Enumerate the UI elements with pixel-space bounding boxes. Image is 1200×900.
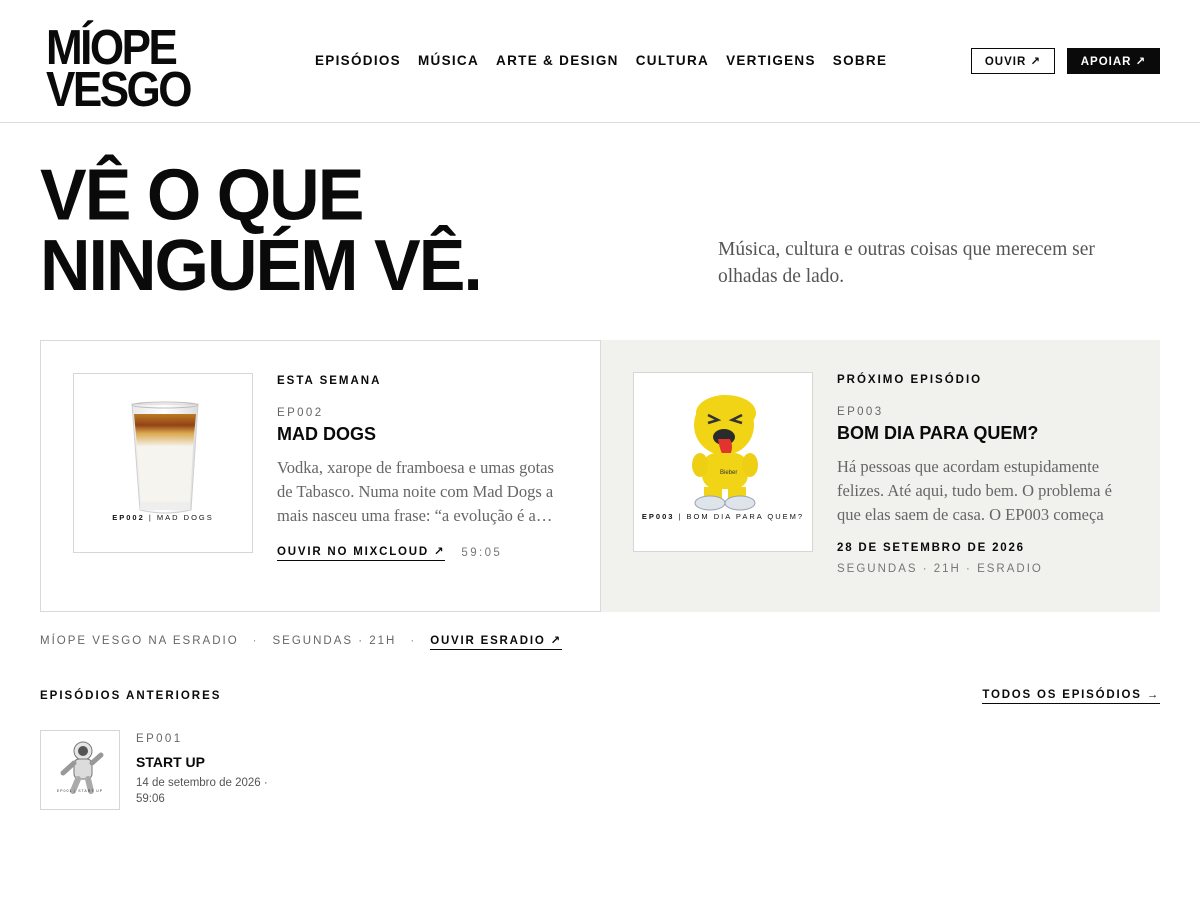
radio-slot-label: SEGUNDAS · 21H (272, 635, 397, 647)
episode-description: Há pessoas que acordam estupidamente fel… (837, 457, 1112, 524)
episode-actions: OUVIR NO MIXCLOUD ↗ 59:05 (277, 544, 577, 561)
support-button[interactable]: APOIAR ↗ (1067, 48, 1160, 74)
nav-item-vertigens[interactable]: VERTIGENS (726, 52, 816, 70)
previous-episodes-title: EPISÓDIOS ANTERIORES (40, 690, 222, 702)
separator-dot: · (252, 635, 259, 647)
card-eyebrow: PRÓXIMO EPISÓDIO (837, 374, 983, 386)
hero-headline-line-1: VÊ O QUE (40, 154, 364, 236)
radio-station-label: MÍOPE VESGO NA ESRADIO (40, 635, 239, 647)
mixcloud-link[interactable]: OUVIR NO MIXCLOUD ↗ (277, 544, 446, 561)
episode-duration: 59:05 (461, 546, 503, 559)
episode-cover-mad-dogs[interactable]: EP002 | MAD DOGS (73, 373, 253, 553)
logo-line-2: VESGO (46, 62, 193, 118)
nav-item-arte-design[interactable]: ARTE & DESIGN (496, 52, 619, 70)
hero-headline: VÊ O QUE NINGUÉM VÊ. (40, 154, 660, 306)
episode-number: EP001 (136, 733, 183, 745)
separator-dot: · (410, 635, 417, 647)
list-item[interactable]: EP001 | START UP EP001 START UP 14 de se… (40, 730, 340, 810)
nav-item-cultura[interactable]: CULTURA (636, 52, 709, 70)
episode-number: EP002 (277, 407, 324, 419)
episode-description: Vodka, xarope de framboesa e umas gotas … (277, 458, 554, 525)
thumbnail-caption: EP001 | START UP (56, 789, 104, 793)
episode-thumbnail[interactable]: EP001 | START UP (40, 730, 120, 810)
episode-title[interactable]: MAD DOGS (277, 423, 577, 445)
current-episode-card: EP002 | MAD DOGS ESTA SEMANA EP002 MAD D… (40, 340, 601, 612)
episode-title[interactable]: BOM DIA PARA QUEM? (837, 422, 1137, 444)
site-logo[interactable]: MÍOPE VESGO (46, 18, 196, 114)
hero-tagline: Música, cultura e outras coisas que mere… (718, 239, 1095, 287)
site-header: MÍOPE VESGO EPISÓDIOS MÚSICA ARTE & DESI… (0, 0, 1200, 123)
episode-number: EP003 (837, 406, 884, 418)
next-episode-card: Bieber EP003 | BOM DIA PARA QUEM? PRÓXIM… (601, 340, 1160, 612)
episode-cover-bom-dia[interactable]: Bieber EP003 | BOM DIA PARA QUEM? (633, 372, 813, 552)
svg-text:Bieber: Bieber (720, 470, 737, 476)
card-eyebrow: ESTA SEMANA (277, 375, 382, 387)
listen-button[interactable]: OUVIR ↗ (971, 48, 1055, 74)
nav-item-musica[interactable]: MÚSICA (418, 52, 479, 70)
hero-headline-line-2: NINGUÉM VÊ. (40, 224, 483, 306)
current-episode-info: ESTA SEMANA EP002 MAD DOGS Vodka, xarope… (277, 373, 577, 561)
episode-date: 28 DE SETEMBRO DE 2026 (837, 542, 1025, 554)
astronaut-image (60, 741, 104, 794)
shot-glass-image (131, 401, 199, 514)
episode-title[interactable]: START UP (136, 753, 316, 771)
cover-caption: EP003 | BOM DIA PARA QUEM? (641, 512, 805, 521)
esradio-link[interactable]: OUVIR ESRADIO ↗ (430, 633, 563, 650)
nav-item-sobre[interactable]: SOBRE (833, 52, 888, 70)
cover-caption: EP002 | MAD DOGS (112, 513, 214, 522)
next-episode-info: PRÓXIMO EPISÓDIO EP003 BOM DIA PARA QUEM… (837, 372, 1137, 576)
all-episodes-link[interactable]: TODOS OS EPISÓDIOS → (982, 689, 1160, 704)
radio-strip: MÍOPE VESGO NA ESRADIO · SEGUNDAS · 21H … (40, 632, 563, 650)
nav-item-episodios[interactable]: EPISÓDIOS (315, 52, 401, 70)
main-nav: EPISÓDIOS MÚSICA ARTE & DESIGN CULTURA V… (315, 52, 887, 70)
episode-schedule: SEGUNDAS · 21H · ESRADIO (837, 563, 1043, 575)
plush-smiley-image: Bieber (692, 395, 758, 511)
episode-meta: 14 de setembro de 2026 · 59:06 (136, 777, 268, 805)
previous-episode-info: EP001 START UP 14 de setembro de 2026 · … (136, 730, 316, 807)
